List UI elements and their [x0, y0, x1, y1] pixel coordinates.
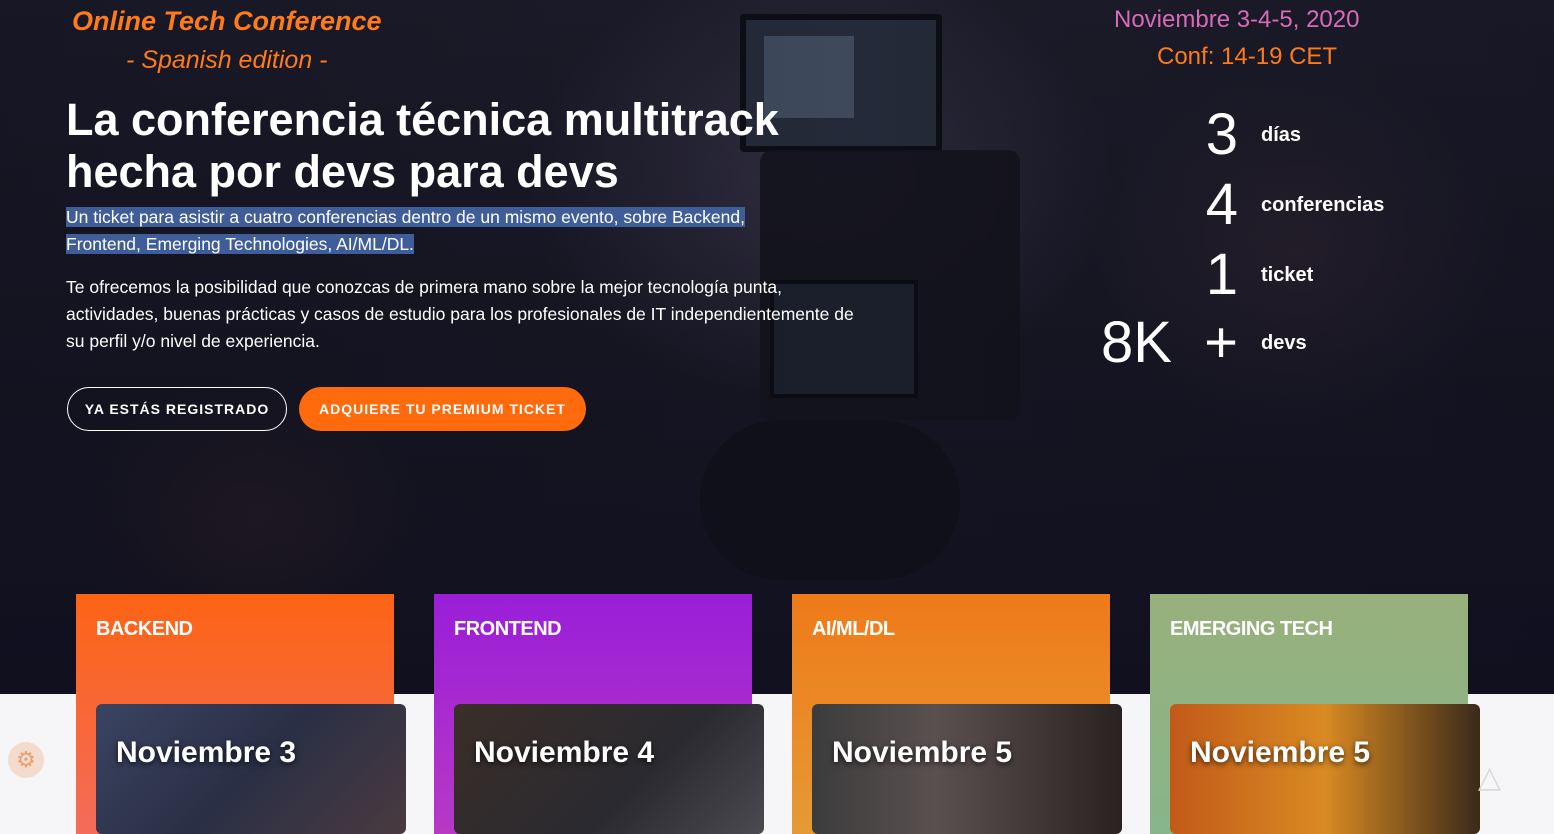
settings-gear-icon[interactable]: ⚙	[8, 742, 44, 778]
stat-days: 3 días	[1100, 100, 1500, 170]
stat-conferences-number: 4	[1205, 172, 1238, 237]
description-text: Te ofrecemos la posibilidad que conozcas…	[66, 277, 854, 351]
intro-line-2: Frontend, Emerging Technologies, AI/ML/D…	[66, 234, 414, 254]
track-card-backend[interactable]: BACKEND Noviembre 3	[76, 594, 406, 834]
triangle-logo-icon: △	[1478, 761, 1502, 794]
page-headline: La conferencia técnica multitrack hecha …	[66, 94, 779, 197]
track-title: BACKEND	[96, 618, 193, 640]
track-photo[interactable]: Noviembre 5	[812, 704, 1122, 834]
track-photo[interactable]: Noviembre 5	[1170, 704, 1480, 834]
stat-ticket-number: 1	[1205, 242, 1238, 307]
stat-ticket: 1 ticket	[1100, 240, 1500, 310]
track-title: AI/ML/DL	[812, 618, 895, 640]
stat-conferences: 4 conferencias	[1100, 170, 1500, 240]
stat-ticket-label: ticket	[1261, 264, 1314, 286]
track-title: FRONTEND	[454, 618, 562, 640]
premium-ticket-button[interactable]: ADQUIERE TU PREMIUM TICKET	[299, 387, 586, 431]
stat-days-label: días	[1261, 124, 1302, 146]
stat-devs-label: devs	[1261, 332, 1307, 354]
intro-text: Un ticket para asistir a cuatro conferen…	[66, 204, 826, 258]
intro-line-1: Un ticket para asistir a cuatro conferen…	[66, 207, 745, 227]
track-date: Noviembre 4	[474, 736, 655, 769]
track-date: Noviembre 3	[116, 736, 297, 769]
track-card-frontend[interactable]: FRONTEND Noviembre 4	[434, 594, 764, 834]
track-card-emerging-tech[interactable]: EMERGING TECH Noviembre 5	[1150, 594, 1480, 834]
hero-section: Online Tech Conference - Spanish edition…	[0, 0, 1554, 694]
stat-devs: 8K + devs	[1100, 308, 1500, 378]
brand-subtitle: - Spanish edition -	[126, 46, 328, 74]
brand-title[interactable]: Online Tech Conference	[72, 6, 382, 37]
stat-devs-number: 8K +	[1100, 310, 1238, 375]
track-card-ai-ml-dl[interactable]: AI/ML/DL Noviembre 5	[792, 594, 1122, 834]
track-title: EMERGING TECH	[1170, 618, 1333, 640]
event-dates: Noviembre 3-4-5, 2020	[1114, 6, 1360, 33]
conference-time: Conf: 14-19 CET	[1157, 43, 1338, 70]
track-date: Noviembre 5	[832, 736, 1013, 769]
stat-days-number: 3	[1205, 102, 1238, 167]
track-photo[interactable]: Noviembre 3	[96, 704, 406, 834]
stat-conferences-label: conferencias	[1261, 194, 1385, 216]
track-photo[interactable]: Noviembre 4	[454, 704, 764, 834]
track-date: Noviembre 5	[1190, 736, 1371, 769]
already-registered-button[interactable]: YA ESTÁS REGISTRADO	[67, 387, 287, 431]
